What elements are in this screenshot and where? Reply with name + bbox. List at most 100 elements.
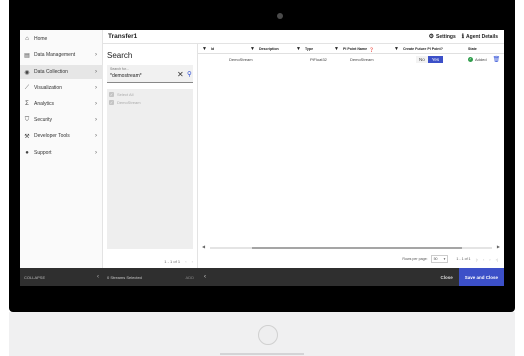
tablet-device: ⌂ Home ▤ Data Management › ◉ Data Collec… [0,0,524,356]
save-and-close-button[interactable]: Save and Close [458,268,504,286]
sigma-icon: Σ [25,101,29,107]
sidebar-item-label: Analytics [34,101,55,107]
camera-dot [277,13,283,19]
pagination-text: 1 - 1 of 1 [456,257,471,261]
selection-summary: 0 Streams Selected ADD [103,275,198,280]
checkbox-icon: ✓ [109,100,114,105]
sidebar-item-label: Home [34,36,48,42]
search-panel: Search Search for... *demostream* ✕ ⚲ ✓ … [103,44,198,268]
help-icon: ● [25,150,29,156]
table-row[interactable]: DemoStream PiFloat32 DemoStream No Yes ✓… [198,54,504,65]
scroll-right-icon[interactable]: ▶ [497,244,500,249]
chevron-left-icon: ‹ [97,274,99,280]
first-page-icon[interactable]: |‹ [476,257,478,262]
close-icon[interactable]: ✕ [177,70,184,79]
shield-icon: ⛉ [24,116,30,123]
filter-icon[interactable]: ▼ [296,46,301,52]
sidebar-item-developer-tools[interactable]: ⚒ Developer Tools › [20,129,103,143]
sidebar-item-home[interactable]: ⌂ Home [20,32,103,46]
chevron-right-icon: › [95,133,97,139]
select-all-label: Select All [117,92,134,97]
toggle-yes-option[interactable]: Yes [427,56,444,63]
home-icon: ⌂ [25,36,29,42]
page-header: Transfer1 ⚙ Settings ℹ Agent Details [103,30,504,44]
column-header-id[interactable]: ▼ Id [202,44,214,54]
filter-icon[interactable]: ▼ [394,46,399,52]
gear-icon: ⚙ [428,34,435,40]
sidebar: ⌂ Home ▤ Data Management › ◉ Data Collec… [20,30,103,286]
chevron-down-icon: ▾ [443,257,446,261]
chevron-right-icon: › [95,85,97,91]
sidebar-item-label: Support [34,150,52,156]
chevron-right-icon: › [95,150,97,156]
trash-icon[interactable]: 🗑 [493,56,501,63]
sidebar-item-data-management[interactable]: ▤ Data Management › [20,48,103,62]
toggle-no-option[interactable]: No [416,56,428,63]
back-arrow-icon[interactable]: ‹ [198,274,440,280]
sidebar-item-label: Data Collection [34,69,68,75]
create-future-toggle[interactable]: No Yes [416,54,444,65]
filter-icon[interactable]: ▼ [202,46,207,52]
sidebar-item-label: Security [34,117,53,123]
sidebar-item-label: Data Management [34,52,76,58]
cell-pi-point-name: DemoStream [350,57,374,62]
search-title: Search [107,51,133,60]
page-title: Transfer1 [108,33,138,40]
cell-type: PiFloat32 [310,57,327,62]
next-page-icon[interactable]: › [489,257,490,262]
close-button[interactable]: Close [440,275,452,280]
sidebar-item-security[interactable]: ⛉ Security › [20,113,103,127]
chevron-left-icon[interactable]: ‹ [185,259,186,264]
column-header-pi-point-name[interactable]: ▼ PI Point Name ❓ [334,44,374,54]
streams-table: ▼ Id ▼ Description ▼ Type ▼ PI Point Nam… [198,44,504,268]
add-button[interactable]: ADD [186,275,194,280]
chart-line-icon: ⟋ [24,84,30,91]
panel-pagination: 1 - 1 of 1 ‹ › [164,259,193,264]
table-pagination: Rows per page: 50 ▾ 1 - 1 of 1 |‹ ‹ › ›| [198,252,504,266]
panel-pager-text: 1 - 1 of 1 [164,259,181,264]
agent-details-button[interactable]: ℹ Agent Details [461,33,498,41]
select-all-checkbox[interactable]: ✓ Select All [109,91,133,98]
chevron-right-icon: › [95,52,97,58]
column-header-description[interactable]: ▼ Description [250,44,279,54]
info-icon: ℹ [461,34,465,40]
last-page-icon[interactable]: ›| [496,257,498,262]
column-header-create-future[interactable]: ▼ Create Future PI Point? [394,44,443,54]
chevron-right-icon: › [95,117,97,123]
search-icon[interactable]: ⚲ [187,70,192,78]
list-item[interactable]: ✓ DemoStream [109,99,141,106]
streams-selected-text: 0 Streams Selected [107,274,142,280]
data-collection-icon: ◉ [24,69,30,76]
list-item-label: DemoStream [117,100,141,105]
footer-bar: 0 Streams Selected ADD ‹ Close Save and … [103,268,504,286]
column-header-type[interactable]: ▼ Type [296,44,313,54]
settings-button[interactable]: ⚙ Settings [428,33,456,41]
database-icon: ▤ [24,52,30,59]
sidebar-item-analytics[interactable]: Σ Analytics › [20,97,103,111]
sidebar-item-support[interactable]: ● Support › [20,146,103,160]
rows-per-page-select[interactable]: 50 ▾ [430,255,449,263]
status-badge: ✓ Added 🗑 [468,56,501,63]
scroll-left-icon[interactable]: ◀ [202,244,205,249]
search-value: *demostream* [110,73,142,79]
filter-icon[interactable]: ▼ [250,46,255,52]
column-header-state[interactable]: State [468,44,477,54]
sidebar-item-label: Developer Tools [34,133,70,139]
scroll-thumb[interactable] [252,247,462,249]
prev-page-icon[interactable]: ‹ [483,257,484,262]
app-screen: ⌂ Home ▤ Data Management › ◉ Data Collec… [20,30,504,286]
home-button [258,325,278,345]
search-input[interactable]: Search for... *demostream* ✕ ⚲ [107,65,193,83]
device-edge [220,353,304,355]
chevron-right-icon: › [95,69,97,75]
sidebar-item-visualization[interactable]: ⟋ Visualization › [20,81,103,95]
horizontal-scrollbar[interactable]: ◀ ▶ [202,244,500,250]
chevron-right-icon[interactable]: › [192,259,193,264]
filter-icon[interactable]: ▼ [334,46,339,52]
help-icon[interactable]: ❓ [369,47,374,52]
sidebar-item-data-collection[interactable]: ◉ Data Collection › [20,65,103,79]
search-field-label: Search for... [110,67,129,71]
collapse-button[interactable]: COLLAPSE ‹ [20,268,103,286]
sidebar-item-label: Visualization [34,85,62,91]
cell-id: DemoStream [229,57,253,62]
